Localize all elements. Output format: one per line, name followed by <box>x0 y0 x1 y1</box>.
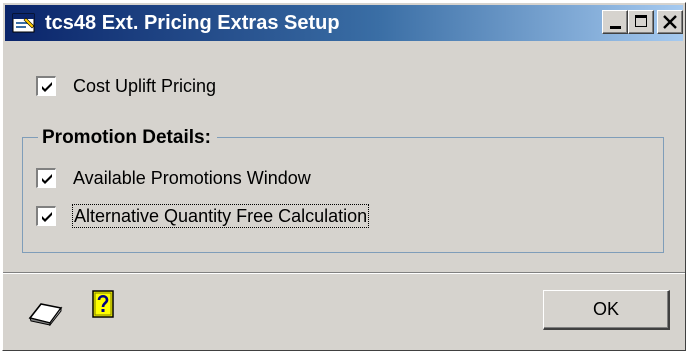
dialog-window: tcs48 Ext. Pricing Extras Setup Cost Upl… <box>2 2 686 351</box>
cost-uplift-label: Cost Uplift Pricing <box>73 76 217 96</box>
help-icon[interactable] <box>91 289 115 319</box>
title-bar[interactable]: tcs48 Ext. Pricing Extras Setup <box>5 5 683 41</box>
close-button[interactable] <box>657 10 683 34</box>
maximize-button[interactable] <box>628 10 654 34</box>
window-title: tcs48 Ext. Pricing Extras Setup <box>45 12 340 34</box>
available-promotions-checkbox[interactable] <box>36 168 56 188</box>
checkmark-icon <box>42 174 52 184</box>
footer-divider <box>3 272 685 274</box>
close-icon <box>663 15 677 29</box>
maximize-icon <box>635 15 647 27</box>
available-promotions-label: Available Promotions Window <box>73 168 311 188</box>
note-icon[interactable] <box>27 296 63 326</box>
checkmark-icon <box>42 212 52 222</box>
promotion-details-group <box>22 137 664 253</box>
cost-uplift-checkbox[interactable] <box>36 76 56 96</box>
ok-button[interactable]: OK <box>543 290 670 330</box>
app-window-icon <box>12 13 35 33</box>
checkmark-icon <box>42 82 52 92</box>
minimize-button[interactable] <box>602 10 628 34</box>
promotion-details-title: Promotion Details: <box>38 127 217 149</box>
alternative-quantity-checkbox[interactable] <box>36 206 56 226</box>
alternative-quantity-label: Alternative Quantity Free Calculation <box>71 204 370 228</box>
minimize-icon <box>610 26 621 29</box>
